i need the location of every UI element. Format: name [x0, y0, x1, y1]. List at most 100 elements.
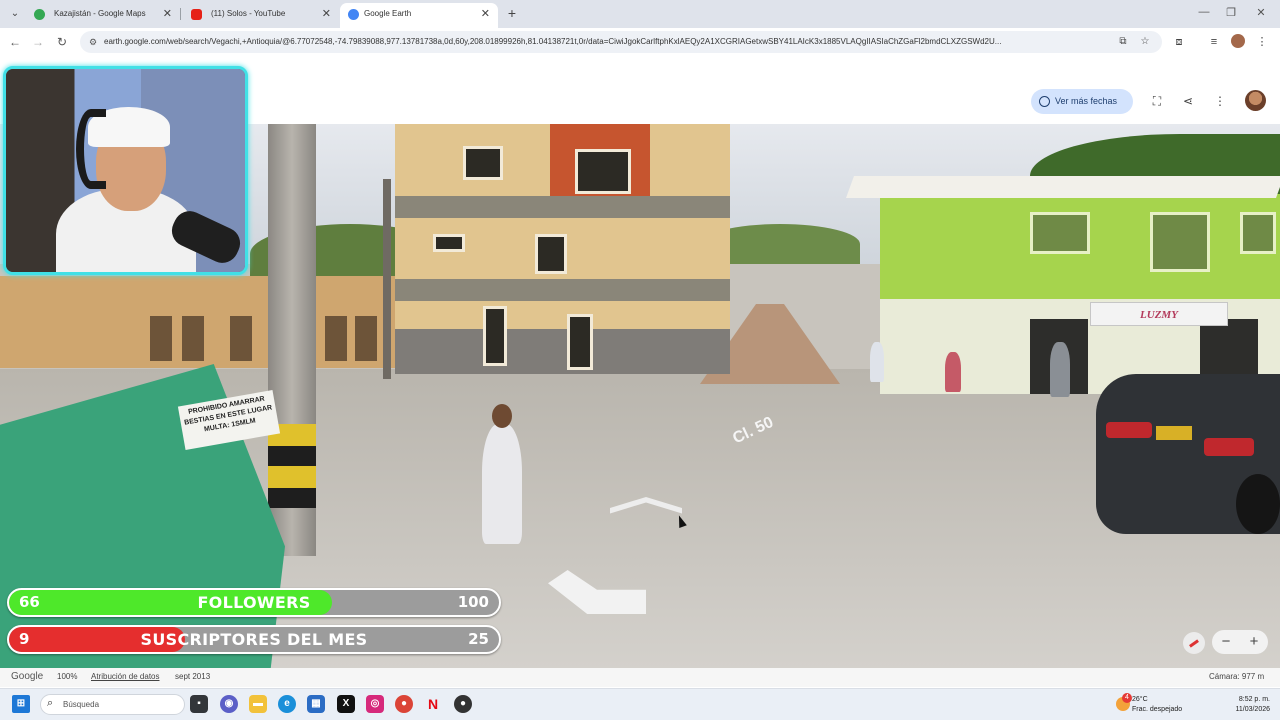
- door: [567, 314, 593, 370]
- followers-goal-bar: 66 FOLLOWERS 100: [7, 588, 501, 617]
- more-options-icon[interactable]: ⋮: [1212, 93, 1228, 109]
- zoom-out-button[interactable]: −: [1212, 630, 1240, 654]
- share-icon[interactable]: ⋖: [1180, 93, 1196, 109]
- taskbar-search[interactable]: ⌕ Búsqueda: [40, 694, 185, 715]
- zoom-level: 100%: [57, 672, 78, 681]
- instagram-icon[interactable]: ◎: [366, 695, 384, 713]
- weather-description: Frac. despejado: [1132, 706, 1183, 713]
- close-window-icon[interactable]: ✕: [1254, 6, 1268, 19]
- back-icon[interactable]: ←: [6, 33, 24, 51]
- building-left: [0, 276, 420, 368]
- forward-icon[interactable]: →: [29, 33, 47, 51]
- window: [535, 234, 567, 274]
- file-explorer-icon[interactable]: ▬: [249, 695, 267, 713]
- tab-google-earth[interactable]: Google Earth ✕: [340, 3, 498, 28]
- zoom-control: − +: [1212, 630, 1268, 654]
- clock-time: 8:52 p. m.: [1238, 696, 1270, 703]
- tab-google-maps[interactable]: Kazajistán - Google Maps ✕: [24, 3, 180, 28]
- store-sign: LUZMY: [1090, 302, 1228, 326]
- pedestrian: [1050, 342, 1070, 397]
- subscribers-goal-bar: 9 SUSCRIPTORES DEL MES 25: [7, 625, 501, 654]
- more-dates-button[interactable]: Ver más fechas: [1031, 89, 1133, 114]
- media-icon[interactable]: ≡: [1205, 33, 1223, 51]
- history-clock-icon: [1039, 96, 1050, 107]
- window: [575, 149, 631, 194]
- profile-avatar[interactable]: [1231, 34, 1245, 48]
- install-app-icon[interactable]: ⧉: [1116, 35, 1130, 49]
- site-info-icon[interactable]: ⚙: [87, 36, 99, 48]
- maps-pin-icon: [34, 9, 45, 20]
- x-app-icon[interactable]: X: [337, 695, 355, 713]
- netflix-icon[interactable]: N: [424, 695, 442, 713]
- store-icon[interactable]: ▦: [307, 695, 325, 713]
- close-tab-icon[interactable]: ✕: [163, 3, 172, 25]
- compass-icon[interactable]: [1183, 632, 1205, 654]
- minimize-icon[interactable]: —: [1197, 6, 1211, 18]
- browser-tabstrip: ⌄ Kazajistán - Google Maps ✕ (11) Solos …: [0, 0, 1280, 28]
- extensions-icon[interactable]: ⧈: [1170, 33, 1188, 51]
- restore-icon[interactable]: ❐: [1224, 6, 1238, 19]
- wheel: [1236, 474, 1280, 534]
- window: [433, 234, 465, 252]
- temperature: 26°C: [1132, 696, 1148, 703]
- edge-icon[interactable]: e: [278, 695, 296, 713]
- pole-stripe: [268, 446, 316, 466]
- url-text[interactable]: earth.google.com/web/search/Vegachi,+Ant…: [104, 31, 1112, 53]
- system-clock[interactable]: 8:52 p. m. 11/03/2026: [1218, 693, 1270, 719]
- tail-light: [1106, 422, 1152, 438]
- balcony-slab: [395, 279, 730, 301]
- subscribers-goal: 25: [468, 630, 489, 648]
- cyclist: [945, 352, 961, 392]
- weather-widget[interactable]: 4 26°C Frac. despejado: [1112, 693, 1202, 719]
- building-base: [395, 329, 730, 374]
- pole-stripe: [268, 466, 316, 488]
- chrome-icon[interactable]: ●: [395, 695, 413, 713]
- earth-icon: [348, 9, 359, 20]
- pole-stripe: [268, 488, 316, 508]
- zoom-in-button[interactable]: +: [1240, 630, 1268, 654]
- tab-search-chevron-icon[interactable]: ⌄: [6, 5, 24, 23]
- tab-title: Kazajistán - Google Maps: [54, 9, 146, 18]
- tab-title: (11) Solos - YouTube: [211, 9, 286, 18]
- bookmark-star-icon[interactable]: ☆: [1138, 35, 1152, 49]
- window: [1150, 212, 1210, 272]
- account-avatar[interactable]: [1245, 90, 1266, 111]
- close-tab-icon[interactable]: ✕: [322, 3, 331, 25]
- door: [182, 316, 204, 361]
- new-tab-button[interactable]: +: [503, 4, 521, 22]
- app-icon[interactable]: ●: [454, 695, 472, 713]
- address-bar[interactable]: ⚙ earth.google.com/web/search/Vegachi,+A…: [80, 31, 1162, 53]
- camera-altitude: Cámara: 977 m: [1209, 672, 1265, 681]
- pedestrian: [482, 424, 522, 544]
- tail-light: [1204, 438, 1254, 456]
- utility-pole: [268, 124, 316, 556]
- followers-label: FOLLOWERS: [197, 593, 311, 612]
- door: [355, 316, 377, 361]
- browser-menu-icon[interactable]: ⋮: [1253, 33, 1271, 51]
- streamer-webcam: [3, 66, 248, 275]
- screenshot-icon[interactable]: ⛶: [1149, 93, 1165, 109]
- balcony-slab: [395, 196, 730, 218]
- earth-footer: Google 100% Atribución de datos sept 201…: [0, 668, 1280, 687]
- door: [483, 306, 507, 366]
- door: [230, 316, 252, 361]
- windows-start-icon[interactable]: ⊞: [12, 695, 30, 713]
- tab-youtube[interactable]: (11) Solos - YouTube ✕: [181, 3, 339, 28]
- tab-title: Google Earth: [364, 9, 412, 18]
- more-dates-label: Ver más fechas: [1055, 96, 1118, 106]
- window: [463, 146, 503, 180]
- search-placeholder: Búsqueda: [63, 700, 100, 709]
- data-attribution-link[interactable]: Atribución de datos: [91, 668, 160, 685]
- close-tab-icon[interactable]: ✕: [481, 3, 490, 25]
- roof: [845, 176, 1280, 198]
- reload-icon[interactable]: ↻: [53, 33, 71, 51]
- parked-car: [1096, 374, 1280, 534]
- youtube-icon: [191, 9, 202, 20]
- building-center: [395, 124, 730, 374]
- task-view-icon[interactable]: ▪: [190, 695, 208, 713]
- clock-date: 11/03/2026: [1235, 706, 1270, 713]
- browser-toolbar: ← → ↻ ⚙ earth.google.com/web/search/Vega…: [0, 28, 1280, 56]
- notification-badge: 4: [1122, 693, 1132, 703]
- chat-icon[interactable]: ◉: [220, 695, 238, 713]
- pedestrian-head: [492, 404, 512, 428]
